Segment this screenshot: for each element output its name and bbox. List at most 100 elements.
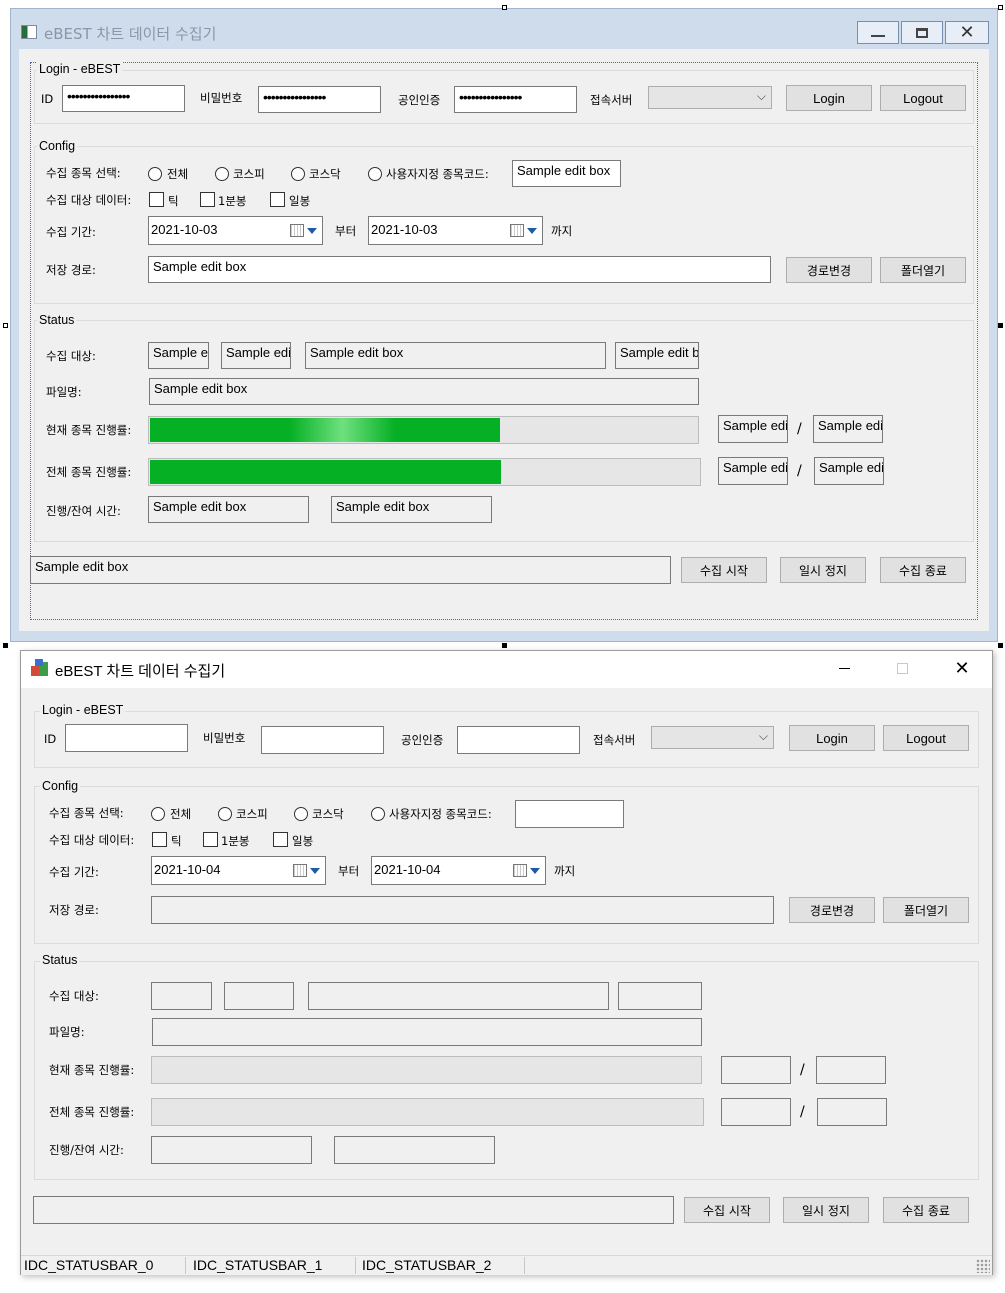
- id-field[interactable]: [65, 724, 188, 752]
- designer-remain-field: Sample edit box: [331, 496, 492, 523]
- designer-stop-button[interactable]: 수집 종료: [880, 557, 966, 583]
- designer-radio-all[interactable]: [148, 167, 162, 181]
- pause-button[interactable]: 일시 정지: [783, 1197, 869, 1223]
- selection-handle[interactable]: [998, 323, 1003, 328]
- runtime-window-title: eBEST 차트 데이터 수집기: [55, 663, 226, 680]
- designer-check-tick-label: 틱: [168, 194, 179, 208]
- designer-password-field[interactable]: ••••••••••••••••: [258, 86, 381, 113]
- check-tick[interactable]: [152, 832, 167, 847]
- designer-cert-label: 공인인증: [398, 93, 441, 107]
- designer-target-select-label: 수집 종목 선택:: [46, 166, 121, 180]
- minimize-icon: [871, 34, 885, 37]
- minimize-icon: [839, 668, 850, 669]
- date-to[interactable]: 2021-10-04: [371, 856, 546, 885]
- designer-radio-kosdaq[interactable]: [291, 167, 305, 181]
- designer-server-combo[interactable]: ⌵: [648, 86, 772, 109]
- designer-check-daily-label: 일봉: [289, 194, 311, 208]
- designer-total-progress-bar: [148, 458, 701, 486]
- elapsed-field: [151, 1136, 312, 1164]
- path-change-button[interactable]: 경로변경: [789, 897, 875, 923]
- open-folder-button[interactable]: 폴더열기: [883, 897, 969, 923]
- designer-minimize-button[interactable]: [857, 21, 899, 44]
- designer-logout-button[interactable]: Logout: [880, 85, 966, 111]
- radio-kosdaq[interactable]: [294, 807, 308, 821]
- logout-button[interactable]: Logout: [883, 725, 969, 751]
- radio-all[interactable]: [151, 807, 165, 821]
- start-button[interactable]: 수집 시작: [684, 1197, 770, 1223]
- stop-button[interactable]: 수집 종료: [883, 1197, 969, 1223]
- designer-password-label: 비밀번호: [200, 91, 243, 105]
- selection-handle[interactable]: [998, 5, 1003, 10]
- current-progress-bar: [151, 1056, 702, 1084]
- server-combo[interactable]: ⌵: [651, 726, 774, 749]
- designer-cur-total-field: Sample edi: [813, 415, 883, 443]
- target-box-4: [618, 982, 702, 1010]
- id-label: ID: [44, 732, 57, 746]
- custom-code-field[interactable]: [515, 800, 624, 828]
- config-group-title: Config: [40, 779, 81, 793]
- designer-window-title: eBEST 차트 데이터 수집기: [44, 25, 217, 43]
- selection-handle[interactable]: [3, 643, 8, 648]
- designer-open-folder-button[interactable]: 폴더열기: [880, 257, 966, 283]
- designer-radio-kospi-label: 코스피: [233, 167, 265, 181]
- resize-grip-icon[interactable]: [976, 1259, 990, 1273]
- designer-login-button[interactable]: Login: [786, 85, 872, 111]
- designer-time-label: 진행/잔여 시간:: [46, 504, 121, 518]
- designer-id-field[interactable]: ••••••••••••••••: [62, 85, 185, 112]
- runtime-minimize-button[interactable]: [822, 652, 868, 686]
- date-from[interactable]: 2021-10-04: [151, 856, 326, 885]
- close-icon: ✕: [959, 22, 975, 43]
- designer-save-path-label: 저장 경로:: [46, 263, 96, 277]
- designer-path-change-button[interactable]: 경로변경: [786, 257, 872, 283]
- designer-date-from[interactable]: 2021-10-03: [148, 216, 323, 245]
- app-icon: [31, 659, 49, 677]
- check-daily[interactable]: [273, 832, 288, 847]
- chevron-down-icon: ⌵: [756, 89, 766, 103]
- designer-pause-button[interactable]: 일시 정지: [780, 557, 866, 583]
- designer-close-button[interactable]: ✕: [945, 21, 989, 44]
- server-label: 접속서버: [593, 733, 636, 747]
- selection-handle[interactable]: [998, 643, 1003, 648]
- cert-field[interactable]: [457, 726, 580, 754]
- statusbar-pane-1: IDC_STATUSBAR_1: [193, 1257, 323, 1273]
- selection-handle[interactable]: [502, 5, 507, 10]
- selection-handle[interactable]: [502, 643, 507, 648]
- designer-maximize-button[interactable]: [901, 21, 943, 44]
- designer-check-tick[interactable]: [149, 192, 164, 207]
- until-label: 까지: [554, 864, 576, 878]
- date-from-value: 2021-10-04: [154, 862, 221, 877]
- designer-check-1min[interactable]: [200, 192, 215, 207]
- runtime-close-button[interactable]: ✕: [938, 652, 986, 686]
- radio-kospi[interactable]: [218, 807, 232, 821]
- designer-cur-count-field: Sample edi: [718, 415, 788, 443]
- designer-date-to-value: 2021-10-03: [371, 222, 438, 237]
- check-daily-label: 일봉: [292, 834, 314, 848]
- designer-from-label: 부터: [335, 224, 357, 238]
- runtime-maximize-button[interactable]: [880, 652, 926, 686]
- designer-check-1min-label: 1분봉: [218, 194, 247, 208]
- designer-status-group-title: Status: [37, 313, 77, 327]
- designer-start-button[interactable]: 수집 시작: [681, 557, 767, 583]
- close-icon: ✕: [954, 658, 970, 679]
- designer-radio-kospi[interactable]: [215, 167, 229, 181]
- designer-date-to[interactable]: 2021-10-03: [368, 216, 543, 245]
- target-select-label: 수집 종목 선택:: [49, 806, 124, 820]
- designer-total-progress-fill: [150, 460, 501, 484]
- designer-server-label: 접속서버: [590, 93, 633, 107]
- filename-label: 파일명:: [49, 1025, 85, 1039]
- radio-custom[interactable]: [371, 807, 385, 821]
- designer-radio-custom[interactable]: [368, 167, 382, 181]
- check-1min[interactable]: [203, 832, 218, 847]
- login-button[interactable]: Login: [789, 725, 875, 751]
- filename-field: [152, 1018, 702, 1046]
- designer-custom-code-field[interactable]: Sample edit box: [512, 160, 621, 187]
- radio-custom-label: 사용자지정 종목코드:: [389, 807, 492, 821]
- designer-filename-field: Sample edit box: [149, 378, 699, 405]
- selection-handle[interactable]: [3, 323, 8, 328]
- designer-radio-kosdaq-label: 코스닥: [309, 167, 341, 181]
- designer-save-path-field[interactable]: Sample edit box: [148, 256, 771, 283]
- password-field[interactable]: [261, 726, 384, 754]
- statusbar-divider: [524, 1257, 525, 1274]
- designer-check-daily[interactable]: [270, 192, 285, 207]
- designer-cert-field[interactable]: ••••••••••••••••: [454, 86, 577, 113]
